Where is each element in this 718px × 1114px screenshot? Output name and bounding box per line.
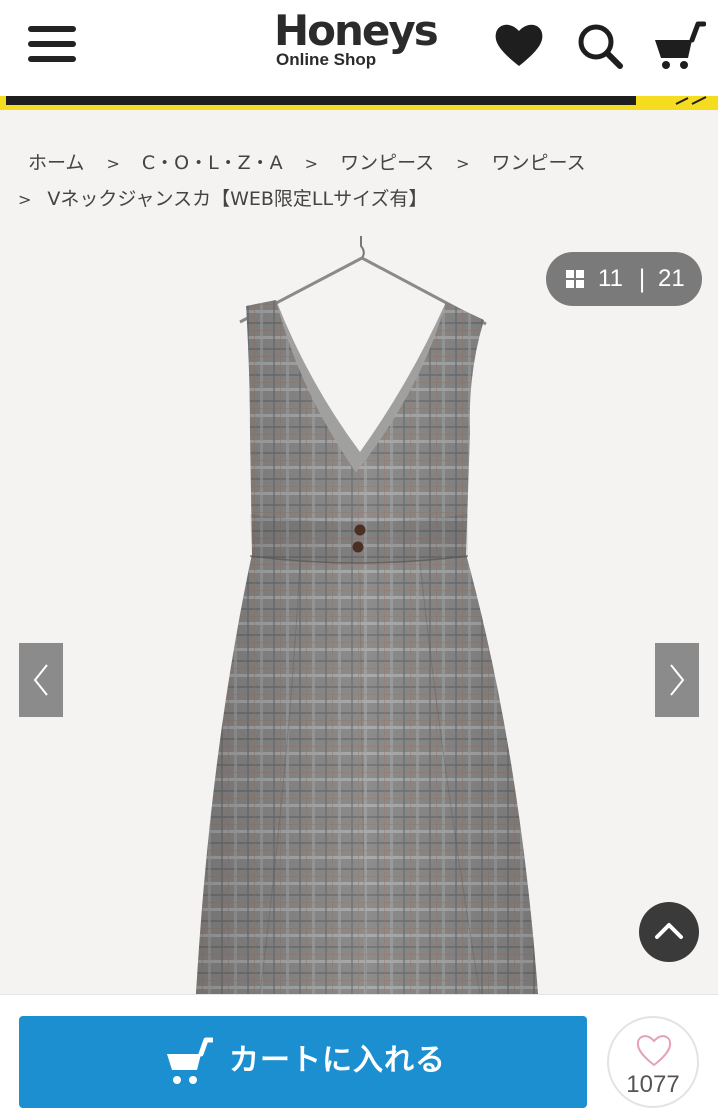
- breadcrumb-current: Vネックジャンスカ【WEB限定LLサイズ有】: [47, 188, 428, 210]
- breadcrumb-category[interactable]: ワンピース: [340, 148, 434, 175]
- logo-subtitle: Online Shop: [276, 50, 377, 69]
- counter-divider: |: [638, 265, 647, 293]
- total-image-count: 21: [658, 265, 685, 292]
- site-header: Honeys Online Shop: [0, 0, 718, 96]
- chevron-up-icon: [655, 923, 683, 939]
- breadcrumb-separator: >: [456, 154, 470, 173]
- favorite-count: 1077: [626, 1071, 680, 1098]
- image-counter-button[interactable]: 11 | 21: [546, 252, 702, 306]
- add-to-cart-label: カートに入れる: [229, 1043, 446, 1078]
- chevron-left-icon: [33, 664, 48, 696]
- add-to-cart-button[interactable]: カートに入れる: [19, 1016, 587, 1108]
- next-image-button[interactable]: [655, 643, 699, 717]
- favorite-button[interactable]: 1077: [607, 1016, 699, 1108]
- honeys-logo[interactable]: Honeys Online Shop: [272, 8, 439, 74]
- breadcrumb-separator: >: [304, 154, 319, 173]
- back-to-top-button[interactable]: [639, 902, 699, 962]
- breadcrumb-separator: >: [18, 190, 32, 209]
- previous-image-button[interactable]: [19, 643, 63, 717]
- breadcrumb-separator: >: [106, 154, 120, 173]
- breadcrumb-subcategory[interactable]: ワンピース: [492, 148, 586, 175]
- hamburger-menu-icon[interactable]: [28, 26, 76, 62]
- favorites-heart-icon[interactable]: [492, 18, 546, 72]
- breadcrumb-brand[interactable]: C・O・L・Z・A: [142, 148, 283, 175]
- grid-icon: [566, 270, 584, 288]
- breadcrumb-home[interactable]: ホーム: [28, 148, 84, 175]
- bottom-action-bar: カートに入れる 1077: [0, 994, 718, 1114]
- cart-icon[interactable]: [652, 18, 707, 72]
- product-image[interactable]: [0, 232, 718, 995]
- chevron-right-icon: [670, 664, 685, 696]
- promo-banner-strip[interactable]: [0, 96, 718, 110]
- heart-outline-icon: [636, 1035, 672, 1067]
- logo-wordmark: Honeys: [274, 6, 439, 55]
- current-image-number: 11: [598, 265, 623, 292]
- cart-icon: [167, 1037, 213, 1084]
- search-icon[interactable]: [572, 18, 626, 72]
